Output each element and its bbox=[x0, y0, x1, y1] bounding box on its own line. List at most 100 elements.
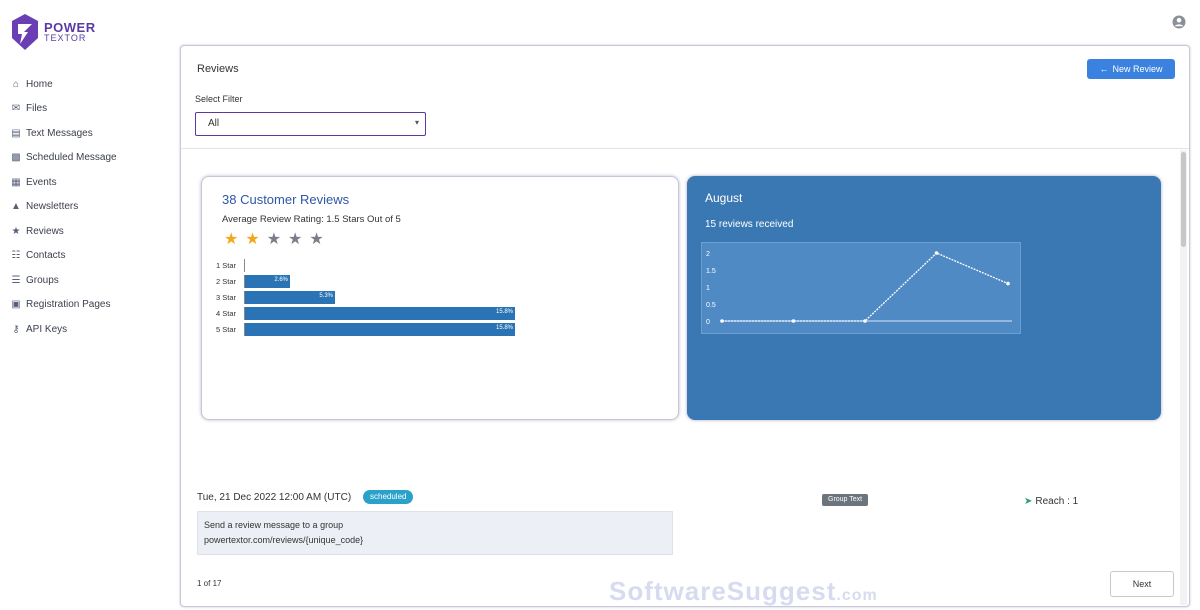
newsletter-icon: ▲ bbox=[11, 201, 21, 213]
rating-bar-track: 5.3% bbox=[244, 290, 544, 304]
month-subtitle: 15 reviews received bbox=[705, 219, 794, 230]
rating-bar-value: 15.8% bbox=[495, 324, 513, 331]
rating-star-icon: ★ bbox=[245, 231, 260, 248]
data-point bbox=[934, 251, 939, 255]
rating-star-icon: ★ bbox=[224, 231, 239, 248]
rating-star-icon: ★ bbox=[266, 231, 282, 248]
average-rating-text: Average Review Rating: 1.5 Stars Out of … bbox=[222, 214, 401, 225]
y-tick-label: 2 bbox=[706, 251, 710, 258]
monthly-reviews-card: August 15 reviews received 0 0.5 1 1.5 2 bbox=[687, 176, 1161, 420]
rating-distribution: 1 Star 2 Star 2.6% 3 Star 5.3% 4 Star 15.8% 5 S… bbox=[216, 257, 544, 337]
filter-label: Select Filter bbox=[195, 94, 243, 104]
sidebar-item-home[interactable]: ⌂ Home bbox=[10, 72, 117, 97]
send-icon: ➤ bbox=[1024, 496, 1033, 507]
rating-bar-value: 5.3% bbox=[319, 292, 333, 299]
calendar-message-icon: ▩ bbox=[11, 152, 21, 164]
rating-stars: ★ ★ ★ ★ ★ bbox=[224, 232, 324, 248]
y-tick-label: 0.5 bbox=[706, 302, 716, 309]
rating-bar-row: 5 Star 15.8% bbox=[216, 321, 544, 337]
sidebar-item-label: Groups bbox=[26, 274, 59, 286]
y-tick-label: 1 bbox=[706, 285, 710, 292]
scrollbar[interactable] bbox=[1180, 150, 1187, 605]
message-body: Send a review message to a group powerte… bbox=[197, 511, 673, 555]
rating-bar-label: 3 Star bbox=[216, 292, 237, 302]
rating-bar-label: 5 Star bbox=[216, 324, 237, 334]
sidebar-nav: ⌂ Home ✉ Files ▤ Text Messages ▩ Scheduled M… bbox=[10, 72, 117, 342]
sidebar-item-label: Home bbox=[26, 78, 53, 90]
groups-icon: ☰ bbox=[11, 274, 21, 286]
data-point bbox=[863, 319, 867, 323]
rating-bar-label: 1 Star bbox=[216, 260, 237, 270]
divider bbox=[181, 148, 1189, 149]
sidebar-item-scheduled-message[interactable]: ▩ Scheduled Message bbox=[10, 146, 116, 171]
rating-bar: 2.6% bbox=[245, 274, 290, 288]
page-icon: ▣ bbox=[11, 299, 21, 311]
contacts-icon: ☷ bbox=[11, 250, 21, 262]
message-type-tag: Group Text bbox=[822, 494, 869, 506]
rating-bar-row: 3 Star 5.3% bbox=[216, 289, 544, 305]
sidebar-item-label: Events bbox=[26, 176, 57, 188]
y-tick-label: 0 bbox=[706, 319, 710, 326]
review-summary-card: 38 Customer Reviews Average Review Ratin… bbox=[201, 176, 679, 420]
rating-bar-row: 4 Star 15.8% bbox=[216, 305, 544, 321]
sidebar-item-events[interactable]: ▦ Events bbox=[10, 170, 117, 195]
rating-bar-track bbox=[244, 258, 544, 272]
rating-star-icon: ★ bbox=[309, 231, 324, 248]
sidebar-item-groups[interactable]: ☰ Groups bbox=[10, 268, 117, 293]
new-review-button[interactable]: ← New Review bbox=[1087, 59, 1175, 79]
watermark: SoftwareSuggest.com bbox=[609, 576, 878, 607]
rating-bar-track: 15.8% bbox=[244, 322, 544, 336]
calendar-icon: ▦ bbox=[11, 176, 21, 188]
scrollbar-thumb[interactable] bbox=[1181, 152, 1186, 247]
key-icon: ⚷ bbox=[12, 323, 20, 335]
next-button[interactable]: Next bbox=[1110, 571, 1174, 597]
message-body-line2: powertextor.com/reviews/{unique_code} bbox=[204, 535, 364, 545]
reviews-line-chart: 0 0.5 1 1.5 2 bbox=[701, 242, 1021, 334]
rating-bar-label: 2 Star bbox=[216, 276, 237, 286]
sidebar-item-label: Reviews bbox=[26, 225, 64, 237]
series-line bbox=[722, 252, 1009, 322]
sidebar-item-api-keys[interactable]: ⚷ API Keys bbox=[10, 317, 117, 342]
sidebar: POWER TEXTOR ⌂ Home ✉ Files ▤ Text Messages… bbox=[0, 0, 170, 610]
brand-logo[interactable]: POWER TEXTOR bbox=[10, 12, 96, 52]
rating-bar-value: 2.6% bbox=[274, 276, 288, 283]
sidebar-item-label: Contacts bbox=[26, 250, 66, 262]
filter-select[interactable]: All ▾ bbox=[195, 112, 426, 136]
pagination-status: 1 of 17 bbox=[197, 579, 222, 588]
sidebar-item-files[interactable]: ✉ Files bbox=[10, 97, 117, 122]
user-account-icon[interactable] bbox=[1172, 15, 1186, 29]
rating-bar-row: 1 Star bbox=[216, 257, 544, 273]
reviews-panel: Reviews ← New Review Select Filter All ▾… bbox=[180, 45, 1190, 607]
sidebar-item-label: Newsletters bbox=[26, 201, 79, 213]
logo-icon bbox=[12, 14, 38, 50]
rating-bar-row: 2 Star 2.6% bbox=[216, 273, 544, 289]
watermark-text: SoftwareSuggest bbox=[609, 576, 837, 606]
sidebar-item-newsletters[interactable]: ▲ Newsletters bbox=[10, 195, 117, 220]
rating-bar: 15.8% bbox=[245, 306, 515, 320]
sidebar-item-label: Files bbox=[26, 103, 48, 115]
review-count-title: 38 Customer Reviews bbox=[222, 192, 350, 207]
arrow-left-icon: ← bbox=[1099, 64, 1109, 74]
sidebar-item-contacts[interactable]: ☷ Contacts bbox=[10, 244, 117, 269]
home-icon: ⌂ bbox=[12, 78, 20, 90]
data-point bbox=[1006, 281, 1010, 286]
brand-line2: TEXTOR bbox=[44, 33, 87, 43]
star-icon: ★ bbox=[11, 225, 21, 237]
sidebar-item-label: API Keys bbox=[26, 323, 68, 335]
sidebar-item-reviews[interactable]: ★ Reviews bbox=[10, 219, 117, 244]
sidebar-item-text-messages[interactable]: ▤ Text Messages bbox=[10, 121, 117, 146]
chevron-down-icon: ▾ bbox=[414, 118, 419, 127]
rating-bar-track: 2.6% bbox=[244, 274, 544, 288]
sidebar-item-registration-pages[interactable]: ▣ Registration Pages bbox=[10, 293, 117, 318]
rating-bar-track: 15.8% bbox=[244, 306, 544, 320]
data-point bbox=[720, 319, 724, 323]
message-icon: ▤ bbox=[11, 127, 21, 139]
filter-select-value: All bbox=[208, 118, 220, 129]
data-point bbox=[791, 319, 796, 323]
rating-star-icon: ★ bbox=[288, 231, 303, 248]
rating-bar-value: 15.8% bbox=[495, 308, 513, 315]
rating-bar: 5.3% bbox=[245, 290, 335, 304]
new-review-button-label: New Review bbox=[1112, 64, 1163, 74]
y-tick-label: 1.5 bbox=[706, 268, 716, 275]
message-body-line1: Send a review message to a group bbox=[204, 520, 344, 530]
